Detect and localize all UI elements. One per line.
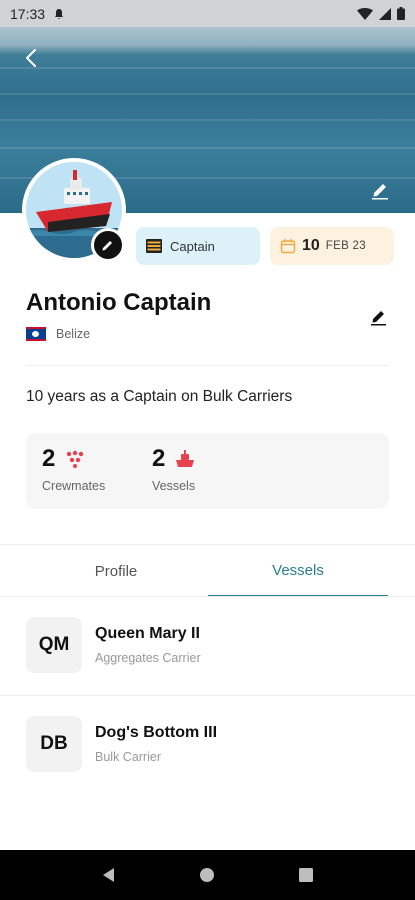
nav-back-icon[interactable] [100, 866, 118, 884]
captain-badge-icon [146, 239, 162, 253]
date-chip: 10 FEB 23 [270, 227, 394, 265]
role-label: Captain [170, 238, 215, 254]
vessel-name: Queen Mary II [95, 625, 200, 642]
vessel-type: Aggregates Carrier [95, 651, 201, 665]
nav-recents-icon[interactable] [297, 866, 315, 884]
signal-icon [379, 7, 391, 20]
vessel-type: Bulk Carrier [95, 750, 161, 764]
stat-crewmates[interactable]: 2 Crewmates [42, 445, 105, 493]
status-icons [357, 7, 405, 20]
country-label: Belize [56, 327, 91, 341]
vessels-count: 2 [152, 445, 166, 472]
date-day: 10 [302, 237, 320, 254]
divider [0, 695, 415, 696]
date-month-year: FEB 23 [325, 240, 366, 252]
divider [26, 365, 389, 366]
stat-vessels[interactable]: 2 Vessels [152, 445, 195, 493]
vessel-icon [176, 450, 195, 467]
status-bar: 17:33 [0, 0, 415, 27]
vessel-abbr-badge: DB [26, 716, 82, 772]
profile-bio: 10 years as a Captain on Bulk Carriers [26, 388, 293, 405]
tab-profile[interactable]: Profile [26, 545, 206, 597]
vessel-abbr-badge: QM [26, 617, 82, 673]
belize-flag-icon [26, 327, 46, 341]
status-time: 17:33 [10, 5, 46, 22]
list-item[interactable]: QM Queen Mary II Aggregates Carrier [26, 615, 389, 675]
back-arrow-icon[interactable] [18, 44, 46, 72]
calendar-icon [280, 239, 296, 254]
edit-profile-icon[interactable] [369, 306, 389, 326]
tab-vessels[interactable]: Vessels [208, 545, 388, 597]
battery-icon [397, 7, 405, 20]
crewmates-icon [67, 450, 84, 468]
system-nav-bar [0, 850, 415, 900]
tab-bar: Profile Vessels [0, 544, 415, 597]
profile-name: Antonio Captain [26, 289, 212, 316]
notification-bell-icon [55, 8, 64, 19]
pencil-icon [102, 241, 112, 251]
vessel-name: Dog's Bottom III [95, 724, 218, 741]
divider [0, 596, 415, 597]
edit-cover-icon[interactable] [369, 178, 391, 200]
edit-avatar-button[interactable] [91, 228, 125, 262]
crewmates-label: Crewmates [42, 479, 106, 493]
stats-card: 2 Crewmates 2 Vessels [26, 433, 389, 509]
country-row: Belize [26, 327, 90, 341]
crewmates-count: 2 [42, 445, 56, 472]
wifi-icon [357, 7, 373, 20]
list-item[interactable]: DB Dog's Bottom III Bulk Carrier [26, 714, 389, 774]
nav-home-icon[interactable] [198, 866, 216, 884]
vessels-label: Vessels [152, 479, 196, 493]
role-chip: Captain [136, 227, 260, 265]
